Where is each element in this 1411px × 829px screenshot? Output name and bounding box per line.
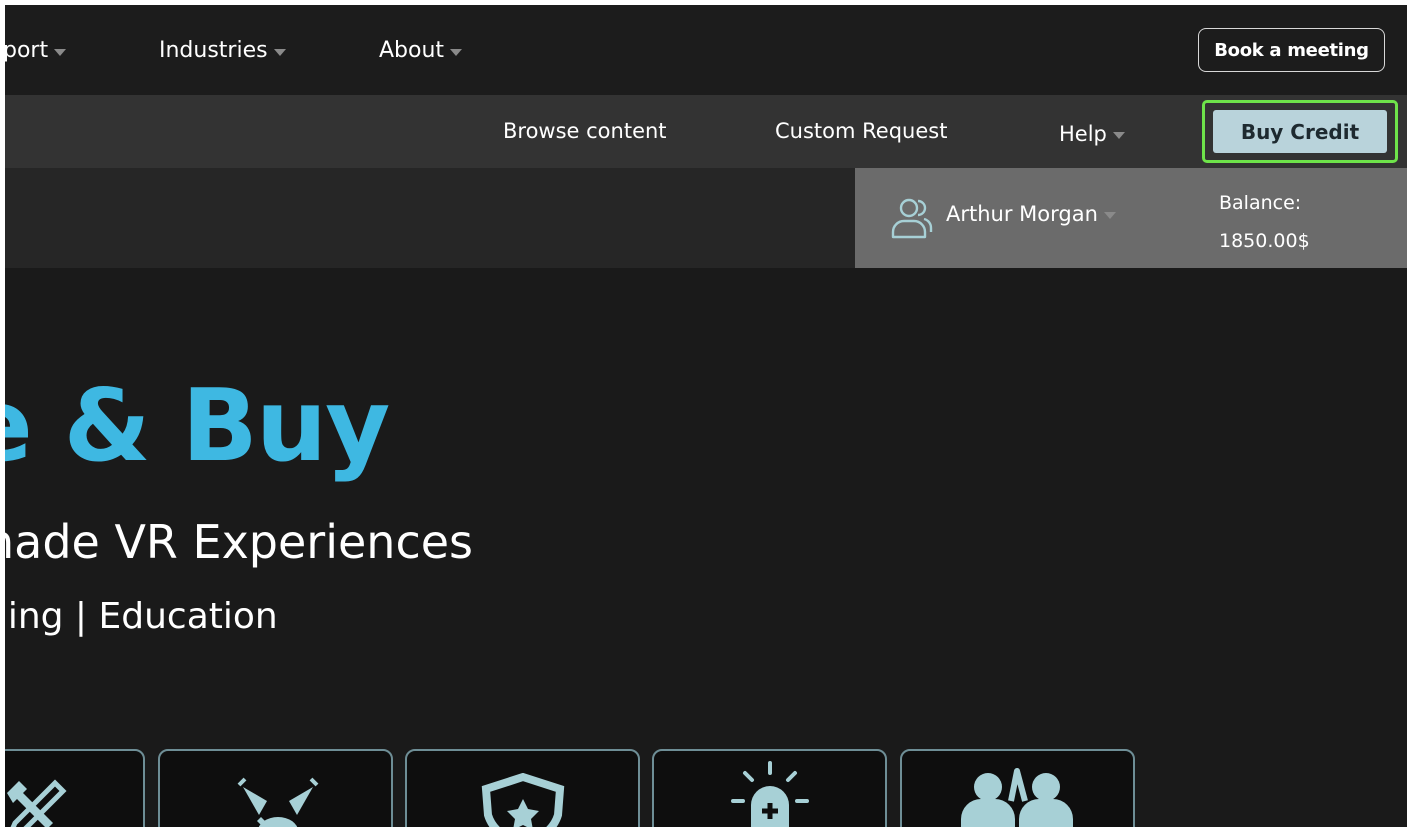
category-card-safety[interactable] [405, 749, 640, 827]
nav-item-label: About [379, 38, 445, 63]
help-menu[interactable]: Help [1059, 122, 1125, 146]
user-menu[interactable]: Arthur Morgan [946, 202, 1116, 226]
hero-subtitle: nade VR Experiences [5, 515, 474, 569]
category-card-tools[interactable] [5, 749, 145, 827]
user-name: Arthur Morgan [946, 202, 1098, 226]
chevron-down-icon [450, 48, 463, 56]
nav-item-label: port [5, 38, 49, 63]
buy-credit-button[interactable]: Buy Credit [1213, 110, 1387, 153]
chevron-down-icon [273, 48, 286, 56]
sub-navigation: Browse content Custom Request Help Buy C… [5, 95, 1407, 168]
cleaning-icon [237, 777, 318, 827]
user-bar-spacer [5, 168, 855, 268]
tools-icon [7, 779, 67, 827]
nav-item-support[interactable]: port [5, 38, 67, 63]
custom-request-link[interactable]: Custom Request [775, 119, 947, 143]
nav-item-industries[interactable]: Industries [159, 38, 286, 63]
shield-star-icon [481, 773, 564, 827]
user-panel: Arthur Morgan Balance: 1850.00$ [855, 168, 1407, 268]
browser-viewport: port Industries About Book a meeting Bro… [5, 5, 1407, 827]
book-meeting-button[interactable]: Book a meeting [1198, 28, 1385, 72]
category-card-cleaning[interactable] [158, 749, 393, 827]
balance-label: Balance: [1219, 192, 1302, 214]
category-card-emergency[interactable] [652, 749, 887, 827]
buy-credit-highlight: Buy Credit [1202, 100, 1398, 163]
chevron-down-icon [1103, 212, 1116, 219]
balance-display: Balance: 1850.00$ [1219, 184, 1310, 260]
chevron-down-icon [1112, 132, 1125, 139]
alarm-light-icon [730, 761, 809, 827]
hero-title: e & Buy [5, 367, 390, 484]
top-navigation: port Industries About Book a meeting [5, 5, 1407, 95]
team-icon [960, 768, 1073, 827]
category-card-team[interactable] [900, 749, 1135, 827]
nav-item-label: Industries [159, 38, 268, 63]
nav-item-about[interactable]: About [379, 38, 463, 63]
hero-tagline: ning | Education [5, 596, 278, 637]
chevron-down-icon [54, 48, 67, 56]
balance-value: 1850.00$ [1219, 230, 1310, 252]
users-icon [891, 198, 933, 239]
help-label: Help [1059, 122, 1107, 146]
browse-content-link[interactable]: Browse content [503, 119, 667, 143]
